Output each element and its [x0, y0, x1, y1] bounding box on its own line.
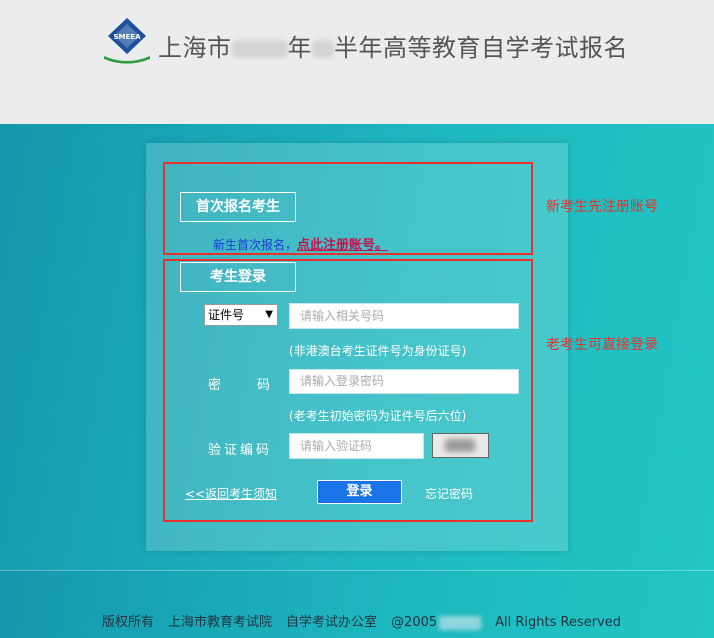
- password-hint: (老考生初始密码为证件号后六位): [289, 409, 467, 423]
- footer-rights: All Rights Reserved: [495, 615, 622, 630]
- footer-org-2: 自学考试办公室: [286, 615, 378, 630]
- id-type-value: 证件号: [208, 308, 245, 322]
- footer-redacted: [439, 615, 482, 630]
- password-label: 密码: [208, 374, 270, 393]
- footer-org-1: 上海市教育考试院: [168, 615, 273, 630]
- title-part-1: 上海市: [158, 34, 232, 62]
- smeea-logo: SMEEA: [104, 18, 150, 64]
- page-title: 上海市 年半年高等教育自学考试报名: [158, 28, 628, 63]
- new-student-tag: 首次报名考生: [180, 192, 296, 222]
- password-label-2: 码: [257, 378, 271, 393]
- new-student-prompt-text: 新生首次报名，: [213, 238, 298, 252]
- id-hint: (非港澳台考生证件号为身份证号): [289, 344, 467, 358]
- page-header: SMEEA 上海市 年半年高等教育自学考试报名: [0, 0, 714, 124]
- redacted-year: [231, 40, 288, 58]
- title-part-3: 半年高等教育自学考试报名: [334, 34, 628, 62]
- id-number-input[interactable]: 请输入相关号码: [289, 303, 519, 329]
- captcha-label: 验证编码: [208, 443, 273, 458]
- captcha-image[interactable]: [432, 433, 489, 458]
- captcha-redacted: [445, 439, 475, 452]
- title-part-2: 年: [287, 34, 312, 62]
- login-tag: 考生登录: [180, 262, 296, 292]
- login-button[interactable]: 登录: [317, 480, 402, 504]
- forgot-password-link[interactable]: 忘记密码: [425, 485, 473, 502]
- redacted-half: [312, 40, 334, 58]
- back-to-notice-link[interactable]: <<返回考生须知: [185, 485, 277, 502]
- captcha-input[interactable]: 请输入验证码: [289, 433, 424, 459]
- new-student-prompt: 新生首次报名，点此注册账号。: [213, 234, 388, 253]
- register-link[interactable]: 点此注册账号。: [297, 238, 388, 253]
- id-type-select[interactable]: 证件号 ▼: [204, 304, 278, 326]
- footer-year: @2005: [391, 615, 438, 630]
- dropdown-arrow-icon: ▼: [265, 309, 273, 320]
- new-student-note: 新考生先注册账号: [546, 199, 658, 215]
- logo-text: SMEEA: [114, 33, 142, 41]
- footer-copyright: 版权所有: [102, 615, 155, 630]
- footer-text: 版权所有 上海市教育考试院 自学考试办公室 @2005 All Rights Reser…: [102, 611, 635, 630]
- password-label-1: 密: [208, 378, 222, 393]
- login-note: 老考生可直接登录: [546, 337, 658, 353]
- password-input[interactable]: 请输入登录密码: [289, 369, 519, 394]
